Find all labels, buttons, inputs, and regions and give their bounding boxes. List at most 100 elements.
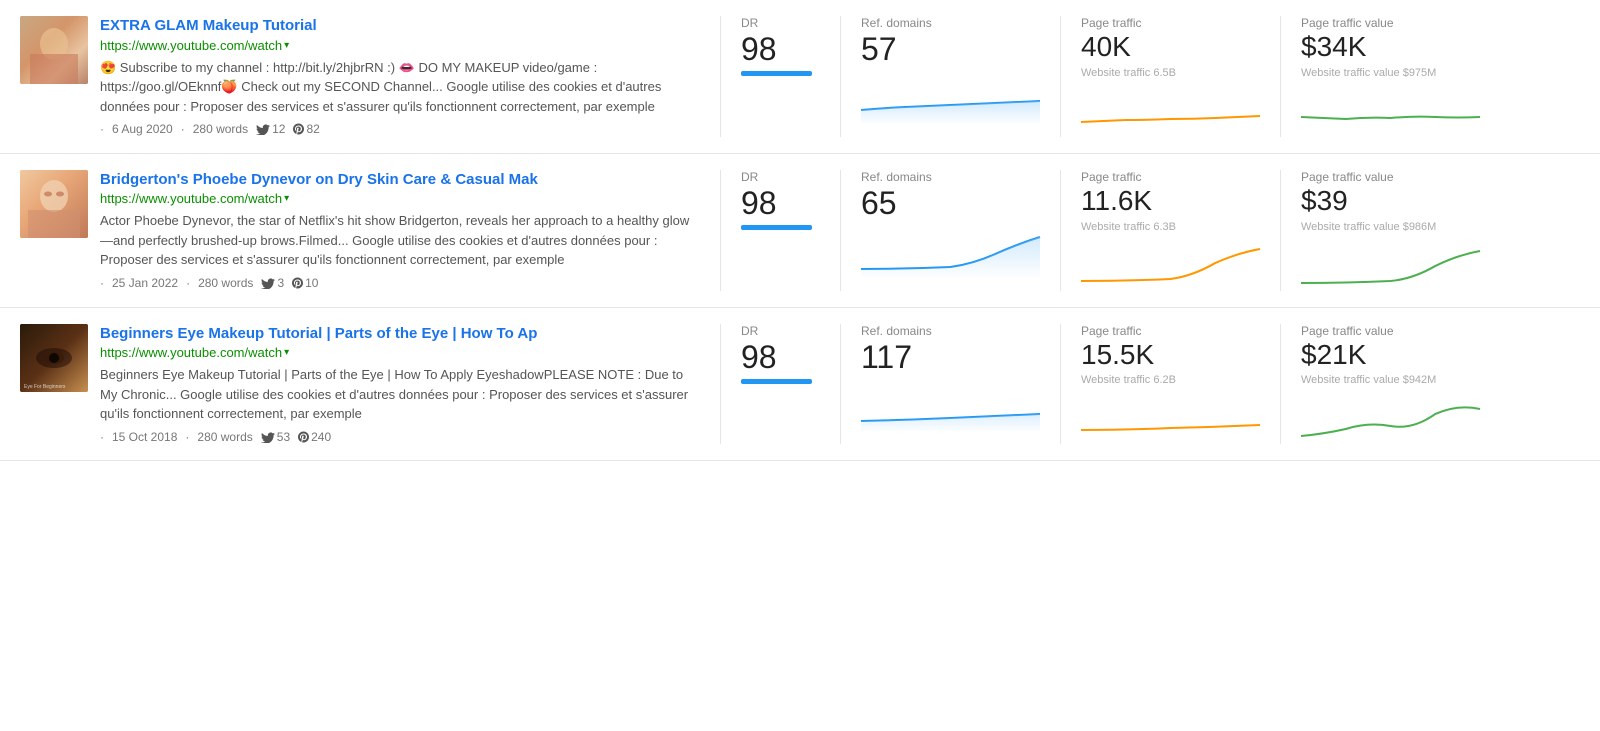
url-text: https://www.youtube.com/watch <box>100 191 282 206</box>
result-title[interactable]: EXTRA GLAM Makeup Tutorial <box>100 17 317 34</box>
page-traffic-sub: Website traffic 6.5B <box>1081 67 1260 79</box>
page-traffic-sub: Website traffic 6.3B <box>1081 221 1260 233</box>
ref-domains-value: 65 <box>861 186 1040 221</box>
pinterest-meta: 82 <box>293 122 319 136</box>
page-traffic-value-sub: Website traffic value $942M <box>1301 374 1480 386</box>
page-traffic-value-label: Page traffic value <box>1301 16 1480 30</box>
page-traffic-column: Page traffic 15.5K Website traffic 6.2B <box>1060 324 1280 445</box>
result-snippet: Beginners Eye Makeup Tutorial | Parts of… <box>100 365 696 424</box>
pinterest-meta: 240 <box>298 430 331 444</box>
result-meta: · 25 Jan 2022 · 280 words 3 10 <box>100 276 696 290</box>
result-row: EXTRA GLAM Makeup Tutorial https://www.y… <box>0 0 1600 154</box>
twitter-meta: 53 <box>261 430 290 444</box>
page-traffic-value-chart <box>1301 87 1480 137</box>
content-area: Beginners Eye Makeup Tutorial | Parts of… <box>100 324 696 445</box>
result-date: 6 Aug 2020 <box>112 122 173 136</box>
url-arrow: ▾ <box>284 347 289 358</box>
page-traffic-value-chart <box>1301 394 1480 444</box>
result-row: Eye For Beginners Beginners Eye Makeup T… <box>0 308 1600 462</box>
url-arrow: ▾ <box>284 40 289 51</box>
page-traffic-value-chart <box>1301 241 1480 291</box>
page-traffic-label: Page traffic <box>1081 170 1260 184</box>
result-meta: · 15 Oct 2018 · 280 words 53 240 <box>100 430 696 444</box>
url-arrow: ▾ <box>284 193 289 204</box>
ref-domains-column: Ref. domains 117 <box>840 324 1060 445</box>
twitter-count: 53 <box>277 430 290 444</box>
dr-value: 98 <box>741 186 820 221</box>
page-traffic-column: Page traffic 40K Website traffic 6.5B <box>1060 16 1280 137</box>
ref-domains-label: Ref. domains <box>861 324 1040 338</box>
page-traffic-label: Page traffic <box>1081 324 1260 338</box>
dr-label: DR <box>741 324 820 338</box>
result-snippet: Actor Phoebe Dynevor, the star of Netfli… <box>100 211 696 270</box>
page-traffic-value-value: $34K <box>1301 32 1480 63</box>
page-traffic-value: 15.5K <box>1081 340 1260 371</box>
result-title[interactable]: Bridgerton's Phoebe Dynevor on Dry Skin … <box>100 171 538 188</box>
ref-domains-chart <box>861 229 1040 279</box>
page-traffic-value-sub: Website traffic value $975M <box>1301 67 1480 79</box>
result-main: Eye For Beginners Beginners Eye Makeup T… <box>20 324 720 445</box>
ref-domains-chart <box>861 75 1040 125</box>
page-traffic-column: Page traffic 11.6K Website traffic 6.3B <box>1060 170 1280 291</box>
page-traffic-value-label: Page traffic value <box>1301 324 1480 338</box>
page-traffic-label: Page traffic <box>1081 16 1260 30</box>
page-traffic-sub: Website traffic 6.2B <box>1081 374 1260 386</box>
ref-domains-value: 57 <box>861 32 1040 67</box>
dr-bar <box>741 225 812 230</box>
page-traffic-value: 11.6K <box>1081 186 1260 217</box>
page-traffic-chart <box>1081 394 1260 444</box>
result-url[interactable]: https://www.youtube.com/watch ▾ <box>100 345 696 360</box>
pinterest-count: 240 <box>311 430 331 444</box>
twitter-meta: 3 <box>261 276 284 290</box>
result-url[interactable]: https://www.youtube.com/watch ▾ <box>100 38 696 53</box>
page-traffic-value-label: Page traffic value <box>1301 170 1480 184</box>
result-words: 280 words <box>193 122 248 136</box>
dr-value: 98 <box>741 32 820 67</box>
result-row: Bridgerton's Phoebe Dynevor on Dry Skin … <box>0 154 1600 308</box>
twitter-count: 12 <box>272 122 285 136</box>
dr-value: 98 <box>741 340 820 375</box>
page-traffic-value: 40K <box>1081 32 1260 63</box>
dr-label: DR <box>741 170 820 184</box>
svg-text:Eye For Beginners: Eye For Beginners <box>24 384 66 390</box>
page-traffic-chart <box>1081 241 1260 291</box>
ref-domains-column: Ref. domains 57 <box>840 16 1060 137</box>
result-words: 280 words <box>197 430 252 444</box>
twitter-count: 3 <box>277 276 284 290</box>
dr-label: DR <box>741 16 820 30</box>
result-meta: · 6 Aug 2020 · 280 words 12 82 <box>100 122 696 136</box>
pinterest-meta: 10 <box>292 276 318 290</box>
ref-domains-column: Ref. domains 65 <box>840 170 1060 291</box>
result-main: EXTRA GLAM Makeup Tutorial https://www.y… <box>20 16 720 137</box>
ref-domains-label: Ref. domains <box>861 170 1040 184</box>
pinterest-count: 10 <box>305 276 318 290</box>
results-container: EXTRA GLAM Makeup Tutorial https://www.y… <box>0 0 1600 461</box>
page-traffic-value-sub: Website traffic value $986M <box>1301 221 1480 233</box>
ref-domains-value: 117 <box>861 340 1040 375</box>
url-text: https://www.youtube.com/watch <box>100 345 282 360</box>
dr-bar <box>741 71 812 76</box>
result-date: 25 Jan 2022 <box>112 276 178 290</box>
page-traffic-chart <box>1081 87 1260 137</box>
content-area: Bridgerton's Phoebe Dynevor on Dry Skin … <box>100 170 696 291</box>
ref-domains-label: Ref. domains <box>861 16 1040 30</box>
result-words: 280 words <box>198 276 253 290</box>
twitter-meta: 12 <box>256 122 285 136</box>
page-traffic-value-column: Page traffic value $34K Website traffic … <box>1280 16 1500 137</box>
result-title[interactable]: Beginners Eye Makeup Tutorial | Parts of… <box>100 325 537 342</box>
dr-column: DR 98 <box>720 170 840 291</box>
pinterest-count: 82 <box>306 122 319 136</box>
page-traffic-value-value: $39 <box>1301 186 1480 217</box>
dr-column: DR 98 <box>720 16 840 137</box>
url-text: https://www.youtube.com/watch <box>100 38 282 53</box>
result-url[interactable]: https://www.youtube.com/watch ▾ <box>100 191 696 206</box>
thumbnail <box>20 170 88 238</box>
ref-domains-chart <box>861 383 1040 433</box>
page-traffic-value-column: Page traffic value $39 Website traffic v… <box>1280 170 1500 291</box>
content-area: EXTRA GLAM Makeup Tutorial https://www.y… <box>100 16 696 137</box>
dr-column: DR 98 <box>720 324 840 445</box>
result-date: 15 Oct 2018 <box>112 430 177 444</box>
dr-bar <box>741 379 812 384</box>
thumbnail <box>20 16 88 84</box>
result-main: Bridgerton's Phoebe Dynevor on Dry Skin … <box>20 170 720 291</box>
